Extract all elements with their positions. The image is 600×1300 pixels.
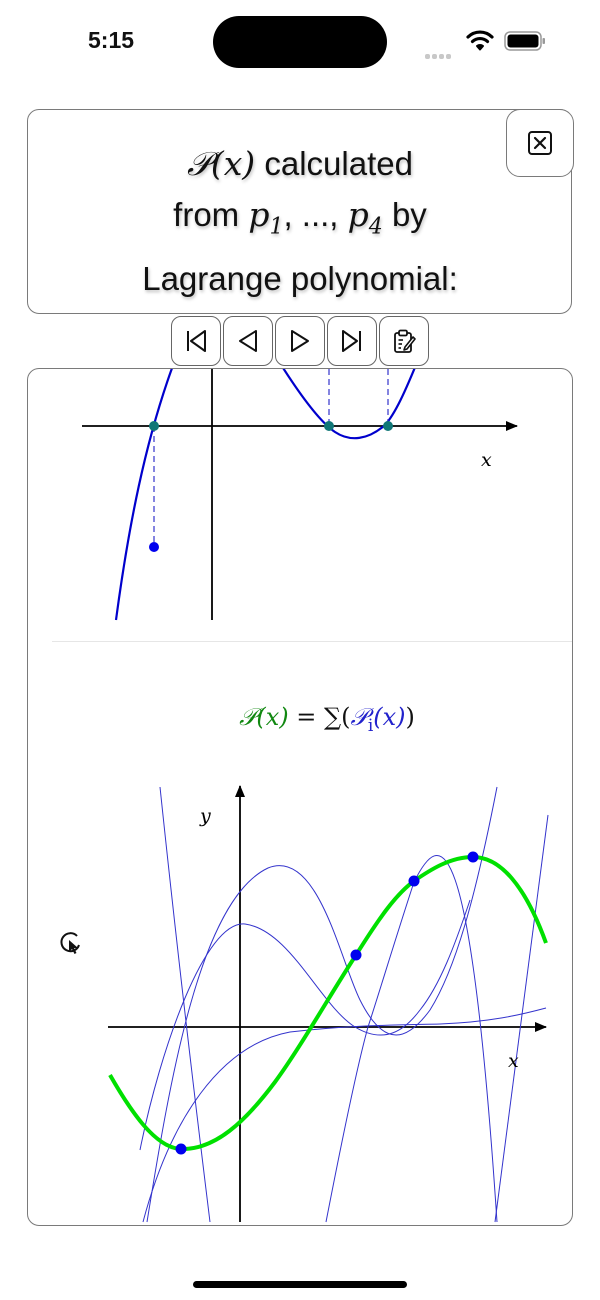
close-button[interactable] (506, 109, 574, 177)
basis-polynomial-6 (494, 814, 549, 1223)
clipboard-button[interactable] (379, 316, 429, 366)
top-x-axis-label: x (481, 449, 492, 471)
dynamic-island (213, 16, 387, 68)
bottom-y-axis-label: y (199, 805, 211, 827)
caption-line-2: from p1, ..., p4 by (173, 195, 427, 240)
wifi-icon (466, 30, 494, 51)
next-step-button[interactable] (275, 316, 325, 366)
sum-data-point (408, 875, 420, 887)
basis-polynomial-4 (142, 1007, 547, 1223)
top-root-point (324, 421, 334, 431)
sum-formula: 𝒫(x) = ∑(𝒫i(x)) (0, 703, 600, 736)
previous-icon (239, 330, 257, 352)
clipboard-edit-icon (394, 329, 416, 353)
step-toolbar (171, 316, 431, 368)
top-root-point (149, 421, 159, 431)
basis-polynomial-2 (146, 786, 498, 1223)
formula-equals-sum: = ∑( (288, 703, 351, 731)
basis-polynomial-3 (139, 899, 471, 1151)
top-plot: x (82, 369, 518, 621)
battery-icon (504, 31, 545, 51)
next-icon (291, 330, 309, 352)
caption-text: 𝒫(x) calculated from p1, ..., p4 by Lagr… (60, 138, 540, 304)
caption-line-3: Lagrange polynomial: (142, 259, 458, 297)
sum-data-point (175, 1143, 187, 1155)
caption-math-P: 𝒫(x) (187, 144, 256, 183)
sum-data-point (467, 851, 479, 863)
basis-polynomial-1 (159, 786, 211, 1223)
formula-Pi-arg: (x) (373, 703, 406, 731)
skip-last-icon (342, 330, 361, 352)
basis-polynomial-5 (325, 855, 498, 1223)
signal-bars-icon (425, 44, 453, 63)
bottom-plot: y x (108, 785, 549, 1223)
status-time: 5:15 (88, 27, 135, 53)
top-root-point (383, 421, 393, 431)
home-indicator[interactable] (193, 1281, 407, 1288)
bottom-x-axis-label: x (508, 1050, 519, 1072)
sum-polynomial-curve (108, 854, 548, 1152)
formula-close: ) (405, 703, 415, 731)
caption-line-1: 𝒫(x) calculated (187, 144, 413, 183)
status-bar: 5:15 (0, 0, 600, 80)
top-curve-right (282, 369, 416, 440)
first-step-button[interactable] (171, 316, 221, 366)
skip-first-icon (187, 330, 206, 352)
top-data-point (149, 542, 159, 552)
top-curve-left (114, 369, 173, 621)
previous-step-button[interactable] (223, 316, 273, 366)
sum-data-point (350, 949, 362, 961)
close-box-icon (528, 131, 552, 155)
last-step-button[interactable] (327, 316, 377, 366)
formula-P: 𝒫(x) (239, 703, 289, 731)
formula-Pi: 𝒫 (350, 703, 368, 731)
plot-divider (52, 641, 572, 642)
